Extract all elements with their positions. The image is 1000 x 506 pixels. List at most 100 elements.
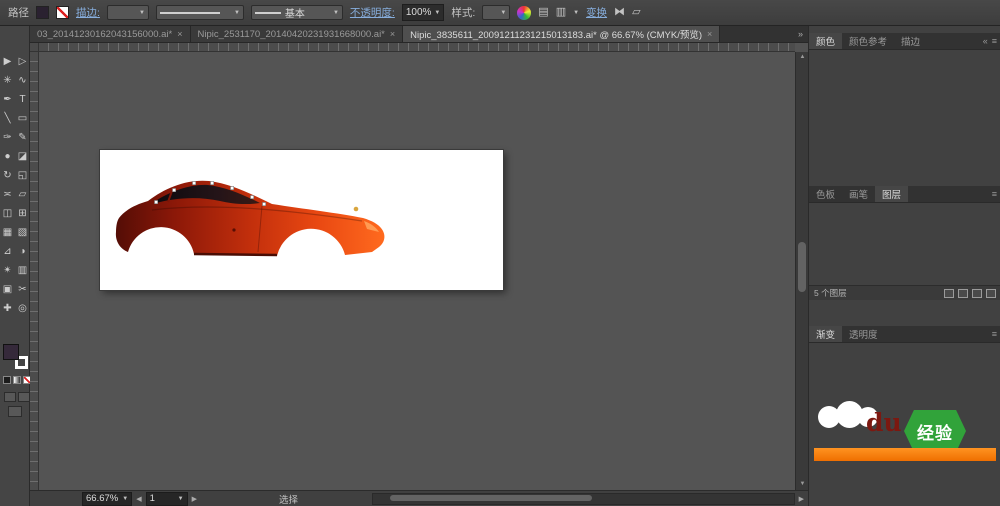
scroll-right-icon[interactable]: ▶ — [799, 495, 804, 503]
prev-artboard-icon[interactable]: ◀ — [136, 495, 141, 503]
dropdown-icon[interactable]: ▼ — [573, 10, 579, 16]
tab-color[interactable]: 颜色 — [809, 33, 843, 49]
pencil-tool[interactable]: ✎ — [18, 132, 26, 143]
collapse-dock-icon[interactable]: « — [983, 36, 988, 46]
screen-mode-button[interactable] — [8, 406, 22, 417]
opacity-value: 100% — [405, 7, 432, 18]
vertical-ruler — [30, 52, 39, 490]
tab-layers[interactable]: 图层 — [875, 186, 909, 202]
opacity-field[interactable]: 100% ▼ — [401, 4, 445, 21]
delete-layer-button[interactable] — [986, 288, 996, 298]
tab-color-guide[interactable]: 颜色参考 — [842, 33, 894, 49]
tab-swatches[interactable]: 色板 — [809, 186, 842, 202]
perspective-grid-tool[interactable]: ⊞ — [18, 208, 26, 219]
align-icon[interactable]: ▤ — [538, 7, 548, 18]
symbol-sprayer-tool[interactable]: ✴ — [3, 265, 11, 276]
zoom-tool[interactable]: ◎ — [18, 303, 27, 314]
gradient-panel-tabs: 渐变 透明度 ≡ — [809, 326, 1000, 343]
close-icon[interactable]: × — [177, 29, 182, 39]
canvas[interactable] — [39, 52, 795, 490]
make-mask-button[interactable] — [944, 288, 954, 298]
door-emblem — [232, 228, 236, 232]
tab-stroke[interactable]: 描边 — [894, 33, 927, 49]
artboard-nav-field[interactable]: 1 ▼ — [145, 491, 188, 506]
recolor-artwork-icon[interactable] — [517, 5, 532, 20]
fill-stroke-widget — [3, 344, 28, 369]
dropdown-icon: ▼ — [177, 495, 184, 502]
scale-tool[interactable]: ◱ — [18, 170, 27, 181]
tab-gradient[interactable]: 渐变 — [809, 326, 843, 342]
rocker-shadow — [193, 252, 278, 257]
dropdown-icon: ▼ — [434, 9, 441, 16]
vertical-scroll-thumb[interactable] — [798, 242, 806, 292]
vertical-scrollbar[interactable]: ▲ ▼ — [795, 52, 808, 490]
layers-panel-tabs: 色板 画笔 图层 ≡ — [809, 186, 1000, 203]
gradient-button[interactable] — [13, 376, 21, 384]
gradient-tool[interactable]: ▧ — [18, 227, 27, 238]
brush-definition-select[interactable]: 基本 ▼ — [250, 5, 343, 20]
stroke-weight-select[interactable]: ▼ — [106, 5, 149, 20]
rotate-tool[interactable]: ↻ — [3, 170, 11, 181]
hand-tool[interactable]: ✚ — [3, 303, 11, 314]
draw-inside-button[interactable] — [18, 392, 30, 402]
new-layer-button[interactable] — [972, 288, 982, 298]
lasso-tool[interactable]: ∿ — [18, 75, 26, 86]
tab-label: Nipic_3835611_20091211231215013183.ai* @… — [410, 30, 703, 41]
context-label: 路径 — [8, 7, 29, 19]
tab-transparency[interactable]: 透明度 — [842, 326, 885, 342]
opacity-link[interactable]: 不透明度: — [350, 5, 395, 20]
new-sublayer-button[interactable] — [958, 288, 968, 298]
color-panel-tabs: 颜色 颜色参考 描边 « ≡ — [809, 33, 1000, 50]
artboard[interactable] — [100, 150, 503, 290]
stroke-panel-link[interactable]: 描边: — [76, 5, 100, 20]
tab-brushes[interactable]: 画笔 — [842, 186, 875, 202]
mesh-tool[interactable]: ▦ — [3, 227, 12, 238]
document-tab-active[interactable]: Nipic_3835611_20091211231215013183.ai* @… — [403, 26, 721, 42]
draw-normal-button[interactable] — [4, 392, 16, 402]
transform-link[interactable]: 变换 — [586, 5, 607, 20]
eyedropper-tool[interactable]: ⊿ — [3, 246, 11, 257]
next-artboard-icon[interactable]: ▶ — [192, 495, 197, 503]
document-tab[interactable]: 03_20141230162043156000.ai* × — [30, 26, 191, 42]
tools-panel: ▶ ▷ ✳ ∿ ✒ T ╲ ▭ ✑ ✎ ● ◪ ↻ ◱ ≍ ▱ ◫ ⊞ ▦ ▧ … — [0, 26, 31, 506]
horizontal-scrollbar[interactable] — [371, 492, 795, 505]
panel-menu-icon[interactable]: ≡ — [992, 329, 997, 339]
horizontal-scroll-thumb[interactable] — [389, 494, 592, 501]
style-select[interactable]: ▼ — [482, 5, 511, 20]
close-icon[interactable]: × — [707, 29, 712, 39]
artboard-tool[interactable]: ▣ — [3, 284, 12, 295]
width-tool[interactable]: ≍ — [3, 189, 11, 200]
free-transform-tool[interactable]: ▱ — [19, 189, 27, 200]
direct-selection-tool[interactable]: ▷ — [19, 56, 27, 67]
distribute-icon[interactable]: ▥ — [556, 7, 566, 18]
layers-footer: 5 个图层 — [809, 285, 1000, 300]
zoom-level-select[interactable]: 66.67% ▼ — [82, 491, 133, 506]
column-graph-tool[interactable]: ▥ — [18, 265, 27, 276]
pen-tool[interactable]: ✒ — [3, 94, 11, 105]
fill-color-swatch[interactable] — [36, 6, 49, 19]
bounding-box-icon[interactable]: ▱ — [632, 7, 640, 18]
document-tab[interactable]: Nipic_2531170_20140420231931668000.ai* × — [190, 26, 404, 42]
car-artwork[interactable] — [112, 168, 392, 268]
slice-tool[interactable]: ✂ — [18, 284, 26, 295]
shear-icon[interactable]: ⧓ — [614, 7, 625, 18]
selection-tool[interactable]: ▶ — [4, 56, 12, 67]
control-bar: 路径 描边: ▼ ▼ 基本 ▼ 不透明度: 100% ▼ 样式: ▼ ▤ ▥ ▼ 变… — [0, 0, 1000, 26]
eraser-tool[interactable]: ◪ — [18, 151, 27, 162]
magic-wand-tool[interactable]: ✳ — [3, 75, 11, 86]
panel-menu-icon[interactable]: ≡ — [992, 36, 997, 46]
toolbar-fill-swatch[interactable] — [3, 344, 19, 360]
rectangle-tool[interactable]: ▭ — [18, 113, 27, 124]
panel-menu-icon[interactable]: ≡ — [992, 189, 997, 199]
paintbrush-tool[interactable]: ✑ — [3, 132, 11, 143]
color-button[interactable] — [3, 376, 11, 384]
type-tool[interactable]: T — [19, 94, 25, 105]
width-profile-select[interactable]: ▼ — [155, 5, 244, 20]
blend-tool[interactable]: ◑ — [19, 246, 25, 257]
line-segment-tool[interactable]: ╲ — [4, 113, 10, 124]
shape-builder-tool[interactable]: ◫ — [3, 208, 12, 219]
close-icon[interactable]: × — [390, 29, 395, 39]
stroke-color-swatch[interactable] — [56, 6, 69, 19]
blob-brush-tool[interactable]: ● — [4, 151, 10, 162]
tab-overflow-icon[interactable]: » — [793, 26, 808, 42]
